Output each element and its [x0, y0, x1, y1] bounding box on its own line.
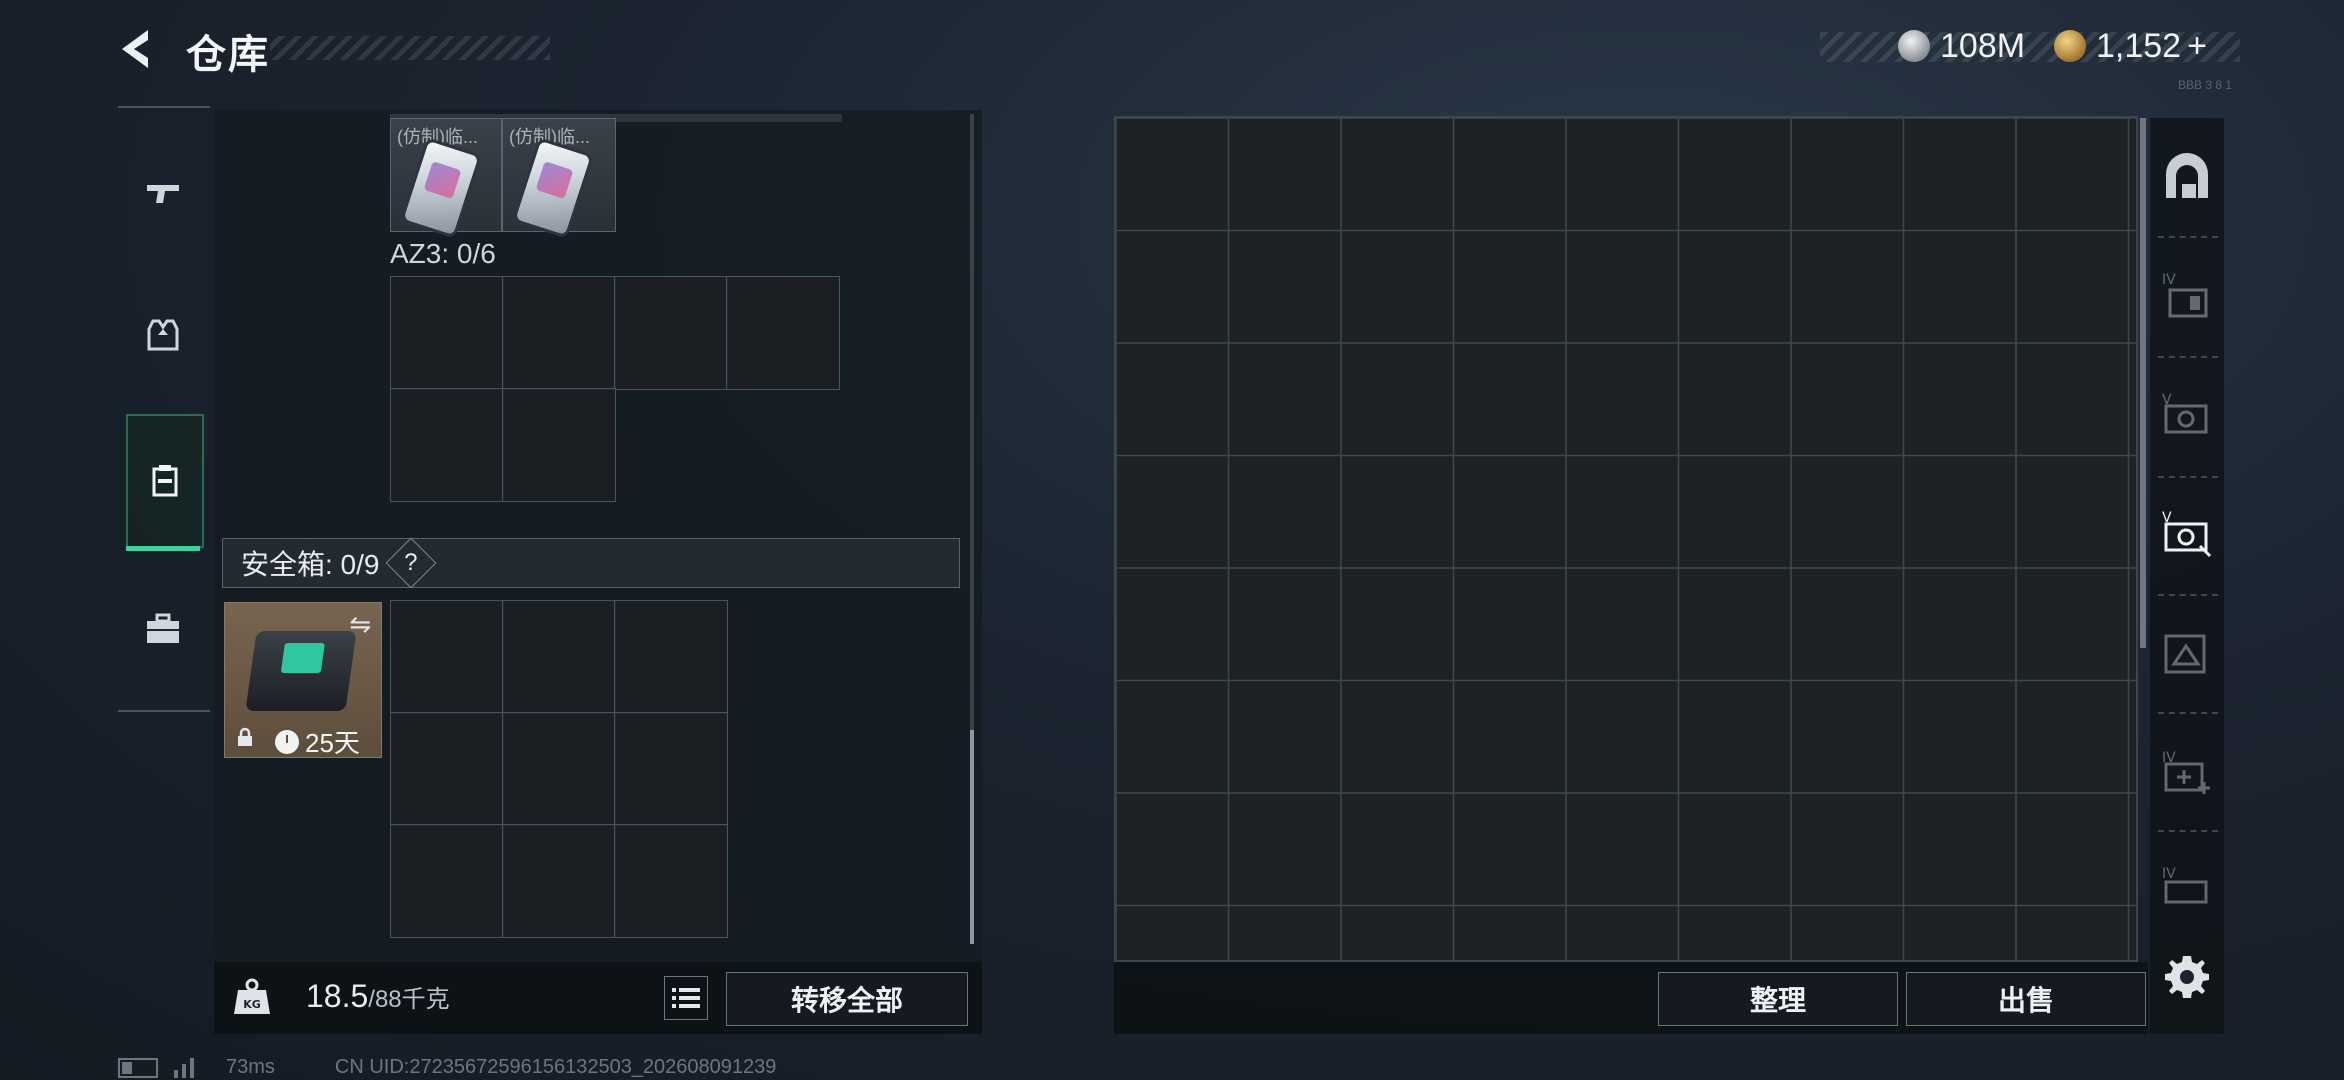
secure-case-image: [245, 631, 357, 711]
transfer-all-button[interactable]: 转移全部: [726, 972, 968, 1026]
safe-grid-cell[interactable]: [614, 824, 728, 938]
storage-overview-icon[interactable]: [2160, 152, 2214, 206]
left-scrollbar-thumb[interactable]: [970, 730, 974, 944]
grid-cell[interactable]: [390, 276, 504, 390]
help-icon: ?: [404, 548, 419, 576]
safe-grid-cell[interactable]: [502, 600, 616, 714]
vest-icon: [147, 319, 179, 351]
safe-grid-cell[interactable]: [502, 824, 616, 938]
expiry-timer: 25天: [275, 723, 360, 760]
category-divider-top: [118, 106, 210, 108]
item-caption: (仿制)临...: [397, 127, 478, 147]
safe-grid-cell[interactable]: [390, 600, 504, 714]
status-bar: 73ms CN UID:27235672596156132503_2026080…: [118, 1056, 776, 1079]
tab-divider: [2158, 594, 2218, 596]
card-item-icon: [403, 140, 479, 236]
category-armor[interactable]: [126, 270, 200, 400]
settings-gear-icon[interactable]: [2162, 952, 2212, 1002]
title-decoration: [270, 36, 550, 60]
weight-icon: KG: [234, 978, 270, 1014]
svg-text:IV: IV: [2162, 272, 2176, 288]
swap-icon[interactable]: ⇋: [349, 609, 371, 640]
storage-scrollbar[interactable]: [2140, 118, 2146, 648]
tab-divider: [2158, 830, 2218, 832]
category-case[interactable]: [126, 564, 200, 694]
storage-tab-more-icon[interactable]: IV: [2160, 862, 2214, 916]
expiry-days: 25天: [305, 728, 360, 758]
grid-cell[interactable]: [614, 276, 728, 390]
uid-text: CN UID:27235672596156132503_202608091239: [334, 1056, 777, 1078]
card-item-icon: [515, 140, 591, 236]
gold-currency: 1,152 +: [2054, 26, 2207, 66]
battery-icon: [118, 1057, 158, 1078]
svg-text:IV: IV: [2162, 866, 2176, 882]
briefcase-icon: [147, 613, 179, 643]
storage-tab-v2-icon[interactable]: V: [2160, 506, 2214, 560]
list-icon: [672, 988, 700, 1008]
tab-divider: [2158, 236, 2218, 238]
tab-divider: [2158, 476, 2218, 478]
arrange-button[interactable]: 整理: [1658, 972, 1898, 1026]
category-active-indicator: [126, 546, 200, 551]
add-currency-button[interactable]: +: [2187, 27, 2207, 66]
az3-label: AZ3: 0/6: [390, 238, 496, 269]
list-view-button[interactable]: [664, 976, 708, 1020]
lock-icon: [238, 727, 252, 746]
pistol-icon: [147, 185, 179, 203]
ping-text: 73ms: [226, 1056, 275, 1078]
gold-amount: 1,152: [2096, 26, 2182, 65]
item-slot[interactable]: (仿制)临...: [390, 118, 502, 236]
weight-max: /88千克: [368, 986, 450, 1013]
back-arrow-icon[interactable]: [112, 24, 162, 74]
item-slot[interactable]: (仿制)临...: [502, 118, 616, 236]
tab-divider: [2158, 356, 2218, 358]
grid-cell[interactable]: [726, 276, 840, 390]
tiny-text: BBB 3 8 1: [2178, 78, 2233, 92]
gold-coin-icon: [2054, 30, 2086, 62]
safe-grid-cell[interactable]: [390, 824, 504, 938]
grid-cell[interactable]: [502, 276, 616, 390]
backpack-icon: [152, 465, 178, 497]
tab-divider: [2158, 712, 2218, 714]
grid-cell[interactable]: [502, 388, 616, 502]
silver-coin-icon: [1898, 30, 1930, 62]
storage-tab-medical-icon[interactable]: IV: [2160, 746, 2214, 800]
signal-icon: [174, 1057, 194, 1078]
page-title: 仓库: [186, 33, 270, 77]
category-divider-bottom: [118, 710, 210, 712]
safe-grid-cell[interactable]: [614, 600, 728, 714]
storage-grid[interactable]: [1114, 116, 2138, 962]
sell-button[interactable]: 出售: [1906, 972, 2146, 1026]
weight-value: 18.5: [306, 978, 369, 1014]
safe-grid-cell[interactable]: [614, 712, 728, 826]
storage-grid-lines: [1116, 118, 2136, 960]
storage-tab-armor-icon[interactable]: [2160, 626, 2214, 680]
help-button[interactable]: ?: [386, 537, 437, 589]
weight-display: 18.5/88千克: [306, 978, 450, 1015]
item-caption: (仿制)临...: [509, 127, 590, 147]
safe-grid-cell[interactable]: [502, 712, 616, 826]
storage-tab-iv-icon[interactable]: IV: [2160, 268, 2214, 322]
safe-box-header: 安全箱: 0/9 ?: [222, 537, 960, 589]
safe-grid-cell[interactable]: [390, 712, 504, 826]
clock-icon: [275, 729, 299, 754]
silver-currency: 108M: [1898, 26, 2025, 66]
silver-amount: 108M: [1940, 26, 2026, 65]
safe-box-label: 安全箱: 0/9: [241, 549, 380, 580]
category-backpack[interactable]: [126, 414, 204, 548]
storage-tab-v1-icon[interactable]: V: [2160, 388, 2214, 442]
safe-box-item[interactable]: ⇋ 25天: [224, 602, 382, 758]
category-weapons[interactable]: [126, 128, 200, 258]
svg-text:KG: KG: [243, 998, 261, 1011]
grid-cell[interactable]: [390, 388, 504, 502]
